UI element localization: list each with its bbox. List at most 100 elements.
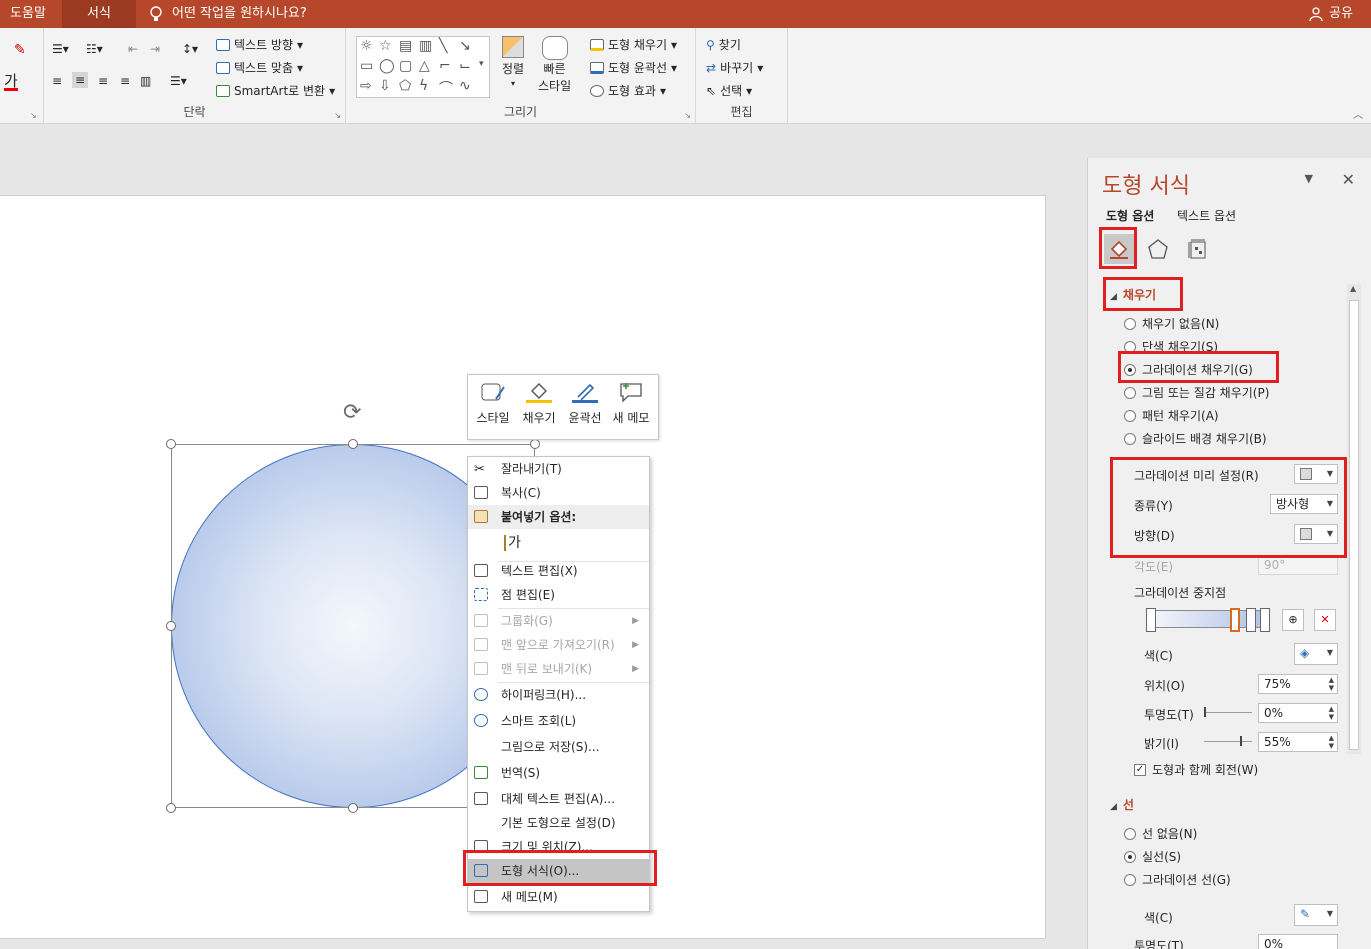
menu-new-comment[interactable]: 새 메모(M) [468,885,649,909]
numbering-icon[interactable]: ☷▾ [86,42,103,56]
fill-option-1[interactable]: 단색 채우기(S) [1124,338,1218,355]
pane-scrollbar[interactable]: ▲ [1347,284,1361,754]
brightness-slider[interactable] [1204,741,1252,742]
resize-handle[interactable] [530,439,540,449]
scroll-up-icon[interactable]: ▲ [1350,284,1356,293]
menu-format-shape[interactable]: 도형 서식(O)... [468,859,649,883]
dialog-launcher-icon[interactable]: ↘ [684,111,691,120]
gradient-stop[interactable] [1246,608,1256,632]
resize-handle[interactable] [166,439,176,449]
radio-button[interactable] [1124,363,1136,376]
eraser-icon[interactable]: ✎ [14,42,26,58]
transparency-slider-thumb[interactable] [1204,707,1206,717]
menu-copy[interactable]: 복사(C) [468,481,649,505]
resize-handle[interactable] [166,621,176,631]
bullets-icon[interactable]: ☰▾ [52,42,69,56]
tab-help[interactable]: 도움말 [0,0,56,28]
fill-option-2[interactable]: 그라데이션 채우기(G) [1124,361,1253,378]
line-color-picker[interactable]: ✎ ▼ [1294,904,1338,926]
arrange-button[interactable]: 정렬 ▾ [502,36,524,88]
line-transparency-spinner[interactable]: 0% [1258,934,1338,949]
line-option-0[interactable]: 선 없음(N) [1124,825,1197,842]
size-properties-icon[interactable] [1183,234,1213,264]
radio-button[interactable] [1124,409,1136,422]
line-section-header[interactable]: ◢ 선 [1110,796,1134,813]
shape-rectangle-icon[interactable]: ▭ [360,58,373,74]
resize-handle[interactable] [348,439,358,449]
rotate-handle-icon[interactable]: ⟳ [343,400,361,425]
radio-button[interactable] [1124,827,1136,840]
fill-option-5[interactable]: 슬라이드 배경 채우기(B) [1124,430,1267,447]
quick-styles-button[interactable]: 빠른 스타일 [538,36,571,94]
rotate-with-shape-checkbox[interactable]: ✓ 도형과 함께 회전(W) [1134,761,1258,778]
shape-freeform-icon[interactable]: ∿ [459,78,471,94]
fill-section-header[interactable]: ◢ 채우기 [1110,286,1156,303]
stop-color-picker[interactable]: ◈ ▼ [1294,643,1338,665]
tab-text-options[interactable]: 텍스트 옵션 [1177,207,1236,224]
gradient-stop[interactable] [1146,608,1156,632]
menu-cut[interactable]: ✂ 잘라내기(T) [468,457,649,481]
share-button[interactable]: 공유 [1309,0,1353,28]
resize-handle[interactable] [348,803,358,813]
radio-button[interactable] [1124,317,1136,330]
shape-elbow-icon[interactable]: ⌙ [459,58,471,74]
menu-edit-alt-text[interactable]: 대체 텍스트 편집(A)... [468,787,649,811]
increase-indent-icon[interactable]: ⇥ [150,42,160,56]
spinner-arrows-icon[interactable]: ▲ ▼ [1329,705,1334,721]
shape-outline-button[interactable]: 도형 윤곽선 ▾ [590,59,677,76]
gradient-direction-dropdown[interactable]: ▼ [1294,524,1338,544]
menu-save-as-picture[interactable]: 그림으로 저장(S)... [468,735,649,759]
gradient-preset-dropdown[interactable]: ▼ [1294,464,1338,484]
align-text-button[interactable]: 텍스트 맞춤 ▾ [216,59,303,76]
effects-pentagon-icon[interactable] [1143,234,1173,264]
align-right-icon[interactable]: ≡ [98,74,108,88]
font-color-button[interactable]: 가 [4,74,18,91]
pane-options-dropdown[interactable]: ▼ [1305,172,1313,185]
shape-lightning-icon[interactable]: ϟ [419,78,428,94]
shape-connector-icon[interactable]: ⌐ [439,58,451,74]
distribute-icon[interactable]: ☰▾ [170,74,187,88]
shape-down-arrow-icon[interactable]: ⇩ [379,78,391,94]
brightness-slider-thumb[interactable] [1240,736,1242,746]
justify-icon[interactable]: ≡ [120,74,130,88]
tab-format[interactable]: 서식 [62,0,136,28]
tell-me-box[interactable]: 어떤 작업을 원하시나요? [150,0,307,28]
fill-option-4[interactable]: 패턴 채우기(A) [1124,407,1219,424]
pane-scrollbar-thumb[interactable] [1349,300,1359,750]
shape-triangle-icon[interactable]: △ [419,58,430,74]
transparency-slider[interactable] [1204,712,1252,713]
add-stop-button[interactable]: ⊕ [1282,609,1304,631]
paste-keep-text-button[interactable]: 가 [468,531,649,559]
shape-arrow-line-icon[interactable]: ↘ [459,38,471,54]
shapes-gallery[interactable]: ☼ ☆ ▤ ▥ ╲ ↘ ▭ ◯ ▢ △ ⌐ ⌙ ⇨ ⇩ ⬠ ϟ ⌒ ∿ ▾ [356,36,490,98]
shape-sun-icon[interactable]: ☼ [360,38,373,54]
shape-textbox-vertical-icon[interactable]: ▥ [419,38,432,54]
shape-textbox-icon[interactable]: ▤ [399,38,412,54]
gradient-stop[interactable] [1260,608,1270,632]
shape-star-icon[interactable]: ☆ [379,38,392,54]
close-icon[interactable]: ✕ [1342,170,1355,189]
shape-effects-button[interactable]: 도형 효과 ▾ [590,82,666,99]
fill-line-icon[interactable] [1104,234,1134,264]
gradient-type-dropdown[interactable]: 방사형 ▼ [1270,494,1338,514]
align-center-icon[interactable]: ≡ [72,72,89,88]
smartart-button[interactable]: SmartArt로 변환 ▾ [216,82,335,99]
radio-button[interactable] [1124,386,1136,399]
menu-edit-text[interactable]: 텍스트 편집(X) [468,559,649,583]
tab-shape-options[interactable]: 도형 옵션 [1106,207,1154,224]
remove-stop-button[interactable]: ✕ [1314,609,1336,631]
stop-transparency-spinner[interactable]: 0% ▲ ▼ [1258,703,1338,723]
shape-right-arrow-icon[interactable]: ⇨ [360,78,372,94]
shape-curve-icon[interactable]: ⌒ [439,78,453,98]
align-left-icon[interactable]: ≡ [52,74,62,88]
radio-button[interactable] [1124,850,1136,863]
fill-option-3[interactable]: 그림 또는 질감 채우기(P) [1124,384,1269,401]
spinner-arrows-icon[interactable]: ▲ ▼ [1329,676,1334,692]
shape-line-icon[interactable]: ╲ [439,38,447,54]
outline-button[interactable]: 윤곽선 [562,381,608,437]
menu-size-position[interactable]: 크기 및 위치(Z)... [468,835,649,859]
collapse-ribbon-icon[interactable]: ︿ [1353,106,1363,121]
radio-button[interactable] [1124,340,1136,353]
style-button[interactable]: 스타일 [470,381,516,437]
dialog-launcher-icon[interactable]: ↘ [30,111,37,120]
